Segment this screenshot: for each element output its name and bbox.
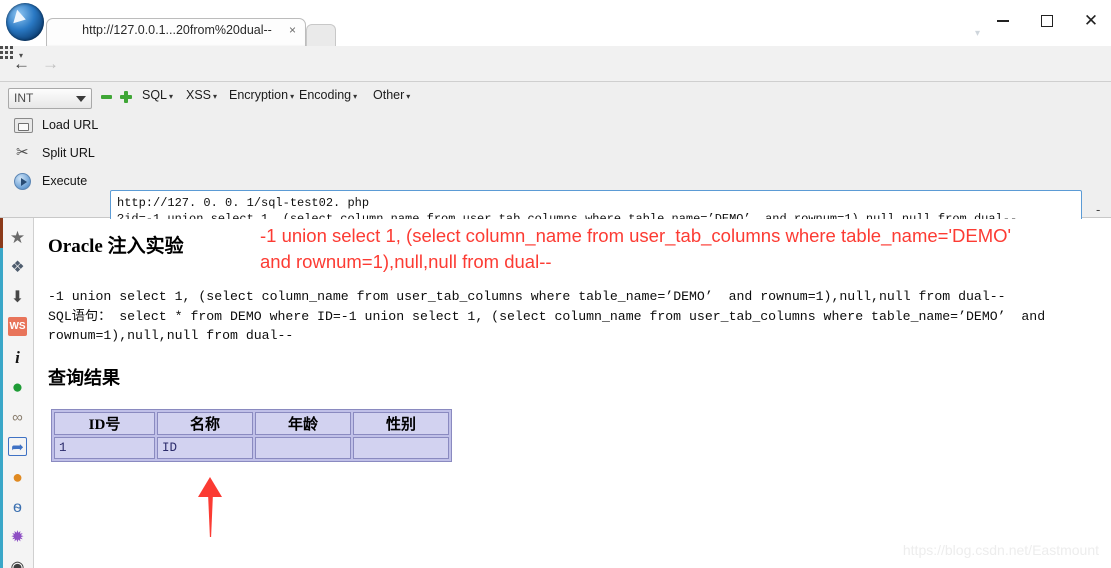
add-icon[interactable] [120, 91, 132, 103]
new-tab-button[interactable] [306, 24, 336, 46]
window-controls: ✕ [961, 0, 1111, 42]
title-bar: http://127.0.0.1...20from%20dual-- × ▾ ✕ [0, 0, 1111, 46]
virus-icon[interactable]: ✹ [8, 528, 27, 547]
menu-sql-label: SQL [142, 88, 168, 102]
goggles-icon[interactable]: ∞ [8, 408, 27, 427]
browser-window: http://127.0.0.1...20from%20dual-- × ▾ ✕… [0, 0, 1111, 568]
menu-other-label: Other [373, 88, 405, 102]
table-header-row: ID号 名称 年龄 性别 [54, 412, 449, 435]
scissors-icon: ✂ [16, 144, 29, 161]
column-header-gender: 性别 [353, 412, 449, 435]
minimize-button[interactable] [989, 8, 1017, 34]
download-arrow-icon[interactable]: ⬇ [8, 288, 27, 307]
chevron-down-icon: ▾ [353, 92, 358, 101]
play-icon [14, 173, 31, 190]
menu-encryption-label: Encryption [229, 88, 289, 102]
annotation-arrow-icon [197, 477, 225, 537]
menu-encoding[interactable]: Encoding ▾ [299, 88, 357, 102]
execute-label: Execute [42, 174, 88, 188]
chevron-down-icon: ▾ [406, 92, 411, 101]
menu-xss-label: XSS [186, 88, 212, 102]
cell-age [255, 437, 351, 459]
select-cursor-icon[interactable]: ➦ [8, 437, 27, 456]
browser-logo-icon [6, 3, 44, 41]
column-header-id: ID号 [54, 412, 155, 435]
results-heading: 查询结果 [48, 368, 120, 388]
menu-sql[interactable]: SQL ▾ [142, 88, 173, 102]
chevron-down-icon: ▾ [213, 92, 218, 101]
injection-payload-text: -1 union select 1, (select column_name f… [260, 225, 1012, 272]
menu-encoding-label: Encoding [299, 88, 352, 102]
palette-icon[interactable]: ◉ [8, 558, 27, 568]
menu-encryption[interactable]: Encryption ▾ [229, 88, 294, 102]
split-url-label: Split URL [42, 146, 95, 160]
type-select-value: INT [14, 91, 34, 105]
cell-id: 1 [54, 437, 155, 459]
extension-sidebar: ★ ❖ ⬇ WS i ● ∞ ➦ ● ѳ ✹ ◉ [0, 218, 34, 568]
hackbar-panel: INT SQL ▾ XSS ▾ Encryption ▾ Encoding ▾ Othe… [0, 82, 1111, 316]
menu-other[interactable]: Other ▾ [373, 88, 410, 102]
remove-icon[interactable] [101, 95, 112, 99]
ws-icon[interactable]: WS [8, 317, 27, 336]
seahorse-icon[interactable]: ѳ [8, 498, 27, 517]
page-title: Oracle 注入实验 [48, 236, 184, 257]
chevron-down-icon: ▾ [169, 92, 174, 101]
puzzle-icon[interactable]: ❖ [8, 258, 27, 277]
close-button[interactable]: ✕ [1077, 8, 1105, 34]
menu-xss[interactable]: XSS ▾ [186, 88, 217, 102]
star-icon[interactable]: ★ [8, 228, 27, 247]
results-table: ID号 名称 年龄 性别 1 ID [51, 409, 452, 462]
apps-caret-icon: ▾ [19, 51, 24, 60]
sidebar-edge-strip [0, 218, 3, 568]
orange-avatar-icon[interactable]: ● [8, 468, 27, 487]
browser-tab[interactable]: http://127.0.0.1...20from%20dual-- × [46, 18, 306, 46]
browser-tab-title: http://127.0.0.1...20from%20dual-- [82, 23, 272, 37]
watermark-text: https://blog.csdn.net/Eastmount [902, 542, 1099, 558]
column-header-age: 年龄 [255, 412, 351, 435]
chevron-down-icon [76, 96, 86, 102]
load-url-label: Load URL [42, 118, 99, 132]
navigation-bar: ← → ▾ 127.0.0.1/sql-test02.php?id=-1 uni… [0, 46, 1111, 123]
zoom-out-button[interactable]: - [1096, 202, 1100, 217]
type-select[interactable]: INT [8, 88, 92, 109]
chevron-down-icon: ▾ [290, 92, 295, 101]
cell-gender [353, 437, 449, 459]
forward-arrow-icon[interactable]: → [42, 54, 59, 74]
column-header-name: 名称 [157, 412, 253, 435]
green-circle-icon[interactable]: ● [8, 378, 27, 397]
tab-close-icon[interactable]: × [289, 23, 296, 37]
cell-name: ID [157, 437, 253, 459]
table-row: 1 ID [54, 437, 449, 459]
info-icon[interactable]: i [8, 348, 27, 367]
sql-echo-text: -1 union select 1, (select column_name f… [48, 289, 1046, 343]
maximize-button[interactable] [1033, 8, 1061, 34]
load-url-icon [14, 118, 33, 133]
